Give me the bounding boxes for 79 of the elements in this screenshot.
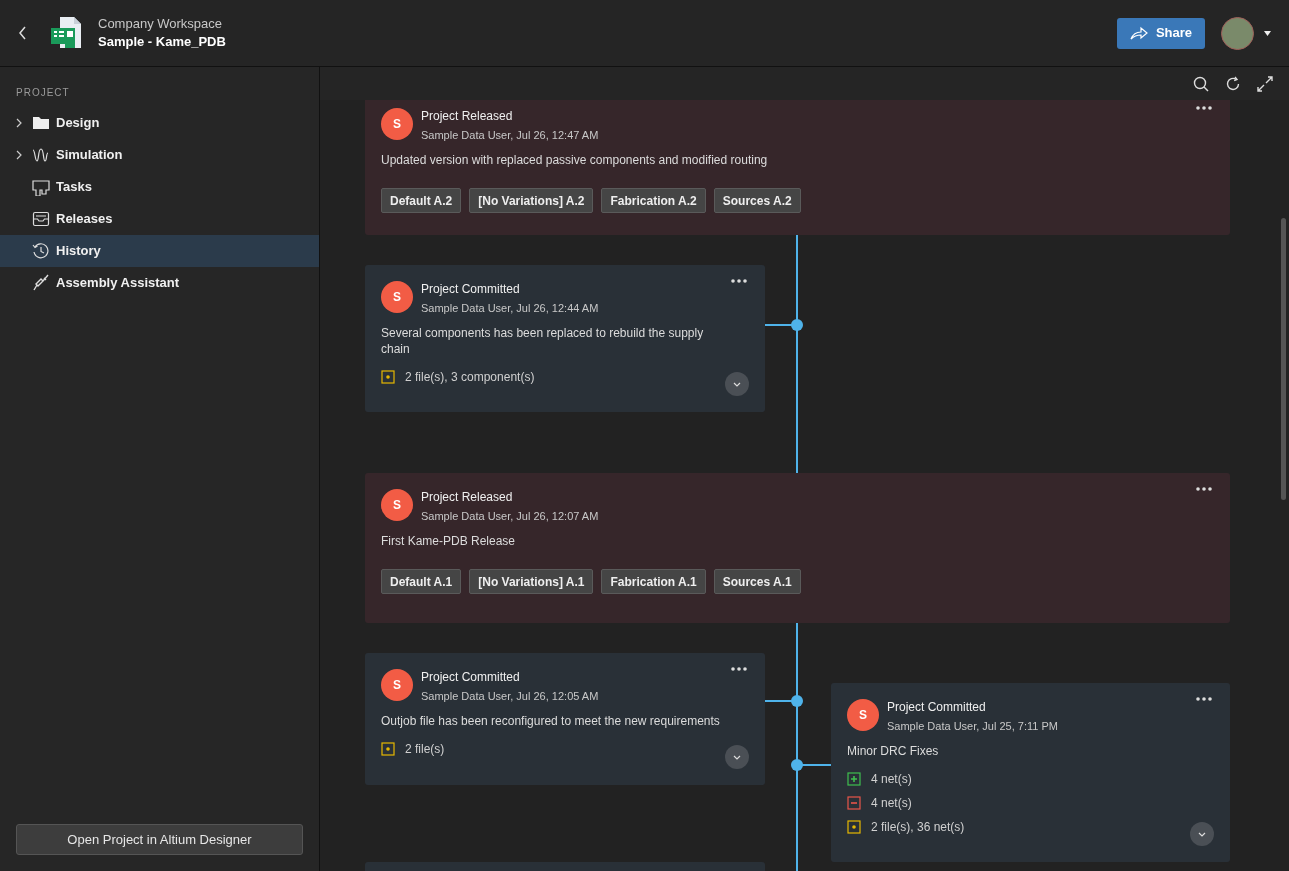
event-description: Outjob file has been reconfigured to meet the new requirements (381, 713, 721, 729)
event-description: Updated version with replaced passive components and modified routing (381, 152, 769, 168)
event-meta: Sample Data User, Jul 26, 12:47 AM (421, 128, 600, 142)
workspace-name: Company Workspace (98, 15, 224, 33)
change-summary: 4 net(s) (871, 771, 912, 787)
event-title: Project Released (421, 108, 514, 124)
event-title: Project Committed (421, 669, 521, 685)
refresh-icon[interactable] (1225, 75, 1241, 92)
timeline-connector (764, 319, 803, 331)
modified-icon (381, 370, 395, 384)
sidebar-item[interactable]: Simulation (0, 139, 319, 171)
share-button[interactable]: Share (1117, 17, 1205, 49)
sidebar-item[interactable]: Releases (0, 203, 319, 235)
event-description: First Kame-PDB Release (381, 533, 517, 549)
sidebar-item[interactable]: History (0, 235, 319, 267)
change-summary: 4 net(s) (871, 795, 912, 811)
event-meta: Sample Data User, Jul 26, 12:05 AM (421, 689, 600, 703)
more-button[interactable] (1196, 104, 1214, 112)
more-button[interactable] (1196, 695, 1214, 703)
search-icon[interactable] (1193, 75, 1209, 92)
user-avatar: S (381, 281, 413, 313)
event-meta: Sample Data User, Jul 26, 12:44 AM (421, 301, 600, 315)
probe-icon (32, 274, 50, 292)
change-summary: 2 file(s), 36 net(s) (871, 819, 965, 835)
tray-icon (32, 210, 50, 228)
release-tag[interactable]: Sources A.1 (713, 569, 801, 594)
user-avatar: S (381, 489, 413, 521)
project-name: Sample - Kame_PDB (98, 33, 226, 51)
user-avatar: S (847, 699, 879, 731)
release-tag[interactable]: Default A.2 (381, 188, 462, 213)
release-tag[interactable]: Default A.1 (381, 569, 462, 594)
event-title: Project Committed (421, 281, 521, 297)
change-summary: 2 file(s), 3 component(s) (405, 369, 535, 385)
user-avatar: S (381, 108, 413, 140)
chevron-down-icon (1198, 831, 1206, 837)
release-tag[interactable]: [No Variations] A.1 (469, 569, 594, 594)
release-tag[interactable]: Fabrication A.1 (601, 569, 706, 594)
columns-icon (32, 178, 50, 196)
modified-icon (847, 820, 861, 834)
open-project-button[interactable]: Open Project in Altium Designer (16, 824, 303, 855)
chevron-icon[interactable] (16, 118, 22, 128)
user-avatar: S (381, 669, 413, 701)
chevron-down-icon (733, 754, 741, 760)
added-icon (847, 772, 861, 786)
expand-button[interactable] (1190, 822, 1214, 846)
release-tag[interactable]: Sources A.2 (713, 188, 801, 213)
event-description: Several components has been replaced to rebuild the supply chain (381, 325, 705, 357)
section-heading: PROJECT (16, 86, 71, 100)
release-tag[interactable]: [No Variations] A.2 (469, 188, 594, 213)
event-meta: Sample Data User, Jul 26, 12:07 AM (421, 509, 600, 523)
event-title: Project Committed (887, 699, 987, 715)
more-button[interactable] (731, 665, 749, 673)
sidebar-item[interactable]: Tasks (0, 171, 319, 203)
expand-button[interactable] (725, 372, 749, 396)
share-icon (1129, 26, 1148, 40)
removed-icon (847, 796, 861, 810)
pcb-file-icon (50, 16, 82, 50)
sidebar-item[interactable]: Assembly Assistant (0, 267, 319, 299)
timeline-connector (791, 759, 832, 771)
event-description: Minor DRC Fixes (847, 743, 940, 759)
user-avatar[interactable] (1221, 16, 1254, 50)
chevron-down-icon (733, 381, 741, 387)
modified-icon (381, 742, 395, 756)
waveform-icon (32, 146, 50, 164)
folder-icon (32, 114, 50, 132)
more-button[interactable] (731, 277, 749, 285)
more-button[interactable] (1196, 485, 1214, 493)
chevron-icon[interactable] (16, 150, 22, 160)
expand-button[interactable] (725, 745, 749, 769)
release-tag[interactable]: Fabrication A.2 (601, 188, 706, 213)
timeline-connector (764, 695, 803, 707)
sidebar-item[interactable]: Design (0, 107, 319, 139)
history-icon (32, 242, 50, 260)
event-meta: Sample Data User, Jul 25, 7:11 PM (887, 719, 1059, 733)
back-icon (18, 26, 27, 40)
event-title: Project Released (421, 489, 514, 505)
expand-icon[interactable] (1257, 75, 1273, 92)
dropdown-caret-icon[interactable] (1264, 30, 1271, 36)
change-summary: 2 file(s) (405, 741, 445, 757)
